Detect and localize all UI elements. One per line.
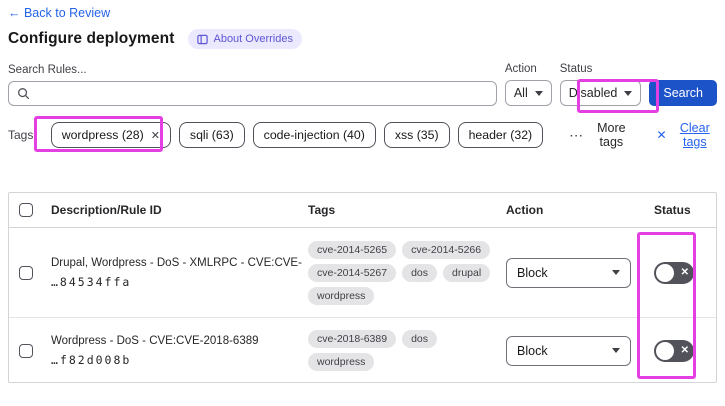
back-to-review-link[interactable]: ← Back to Review [8, 6, 110, 20]
search-input[interactable] [30, 82, 496, 105]
tag-chip-label: header (32) [468, 128, 533, 142]
clear-tags-label: Clear tags [679, 121, 710, 149]
configure-deployment-page: ← Back to Review Configure deployment Ab… [0, 0, 725, 406]
tag-chip-sqli[interactable]: sqli (63) [178, 122, 245, 148]
table-row: Wordpress - DoS - CVE:CVE-2018-6389 …f82… [9, 318, 716, 383]
toggle-knob [656, 341, 674, 360]
title-row: Configure deployment About Overrides [8, 29, 302, 49]
rule-description: Drupal, Wordpress - DoS - XMLRPC - CVE:C… [51, 256, 302, 269]
action-select[interactable]: Block [506, 335, 631, 366]
action-dropdown[interactable]: All [504, 80, 552, 106]
more-tags-button[interactable]: ⋯ More tags [569, 121, 632, 149]
status-dropdown-value: Disabled [568, 86, 618, 100]
rule-tag: wordpress [308, 353, 375, 371]
row-checkbox[interactable] [19, 265, 33, 280]
search-button[interactable]: Search [649, 80, 717, 106]
tag-chip-label: xss (35) [394, 128, 439, 142]
action-select-value: Block [517, 265, 548, 280]
page-title: Configure deployment [8, 30, 175, 47]
rule-tag: drupal [443, 263, 491, 282]
tag-chip-label: sqli (63) [189, 128, 234, 142]
rule-tag: cve-2018-6389 [308, 330, 397, 348]
status-label: Status [559, 63, 593, 75]
rule-tags-cell: cve-2014-5265 cve-2014-5266 cve-2014-526… [308, 240, 506, 305]
tags-filter-row: Tags: wordpress (28) ✕ sqli (63) code-in… [8, 121, 717, 149]
search-icon [18, 88, 30, 100]
filter-row: Search Rules... Action All Status Disabl… [8, 63, 717, 106]
tag-chip-xss[interactable]: xss (35) [383, 122, 450, 148]
rule-description-cell: Drupal, Wordpress - DoS - XMLRPC - CVE:C… [43, 257, 308, 289]
column-header-action: Action [506, 203, 544, 217]
rule-action-cell: Block [506, 257, 646, 288]
rule-tag: dos [402, 330, 437, 348]
about-overrides-label: About Overrides [213, 33, 293, 45]
table-row: Drupal, Wordpress - DoS - XMLRPC - CVE:C… [9, 228, 716, 318]
tag-chip-wordpress[interactable]: wordpress (28) ✕ [50, 122, 171, 148]
rule-tag: cve-2014-5265 [308, 240, 397, 259]
more-tags-label: More tags [597, 121, 626, 149]
rule-tag: wordpress [308, 286, 375, 305]
remove-icon[interactable]: ✕ [151, 129, 160, 142]
status-field-group: Status Disabled [559, 63, 642, 106]
tag-chip-code-injection[interactable]: code-injection (40) [252, 122, 376, 148]
rule-action-cell: Block [506, 335, 646, 366]
rule-status-cell: ✕ [646, 339, 716, 362]
rule-tags-cell: cve-2018-6389 dos wordpress [308, 330, 506, 371]
toggle-off-icon: ✕ [680, 344, 689, 356]
tags-label: Tags: [8, 128, 37, 142]
status-toggle[interactable]: ✕ [654, 339, 694, 362]
rule-tag: dos [402, 263, 437, 282]
rule-tag: cve-2014-5266 [402, 240, 491, 259]
search-rules-label: Search Rules... [8, 64, 87, 76]
search-field-group: Search Rules... [8, 64, 497, 106]
column-header-description: Description/Rule ID [51, 203, 162, 217]
book-icon [197, 34, 209, 45]
rule-id: …f82d008b [51, 352, 132, 367]
rule-id: …84534ffa [51, 274, 132, 289]
chevron-down-icon [624, 90, 633, 96]
ellipsis-icon: ⋯ [569, 126, 585, 143]
action-label: Action [504, 63, 537, 75]
action-select[interactable]: Block [506, 257, 631, 288]
row-checkbox[interactable] [19, 343, 33, 358]
close-icon: ✕ [656, 128, 667, 142]
status-dropdown[interactable]: Disabled [559, 80, 642, 106]
chevron-down-icon [612, 348, 620, 353]
toggle-knob [656, 263, 674, 282]
column-header-tags: Tags [308, 203, 336, 217]
rule-tag: cve-2014-5267 [308, 263, 397, 282]
action-field-group: Action All [504, 63, 552, 106]
rule-description: Wordpress - DoS - CVE:CVE-2018-6389 [51, 334, 259, 347]
toggle-off-icon: ✕ [680, 266, 689, 278]
about-overrides-badge[interactable]: About Overrides [188, 29, 302, 49]
rule-status-cell: ✕ [646, 261, 716, 284]
clear-tags-link[interactable]: ✕ Clear tags [657, 121, 717, 149]
tag-chip-label: wordpress (28) [61, 128, 144, 142]
action-dropdown-value: All [513, 86, 528, 100]
rules-table: Description/Rule ID Tags Action Status D… [8, 192, 717, 383]
chevron-down-icon [612, 270, 620, 275]
tag-chip-label: code-injection (40) [263, 128, 365, 142]
chevron-down-icon [534, 90, 543, 96]
status-toggle[interactable]: ✕ [654, 261, 694, 284]
search-box[interactable] [8, 81, 497, 106]
rule-description-cell: Wordpress - DoS - CVE:CVE-2018-6389 …f82… [43, 335, 308, 367]
tag-chip-header[interactable]: header (32) [457, 122, 544, 148]
table-header-row: Description/Rule ID Tags Action Status [9, 193, 716, 228]
select-all-checkbox[interactable] [19, 203, 33, 217]
action-select-value: Block [517, 343, 548, 358]
column-header-status: Status [654, 203, 691, 217]
